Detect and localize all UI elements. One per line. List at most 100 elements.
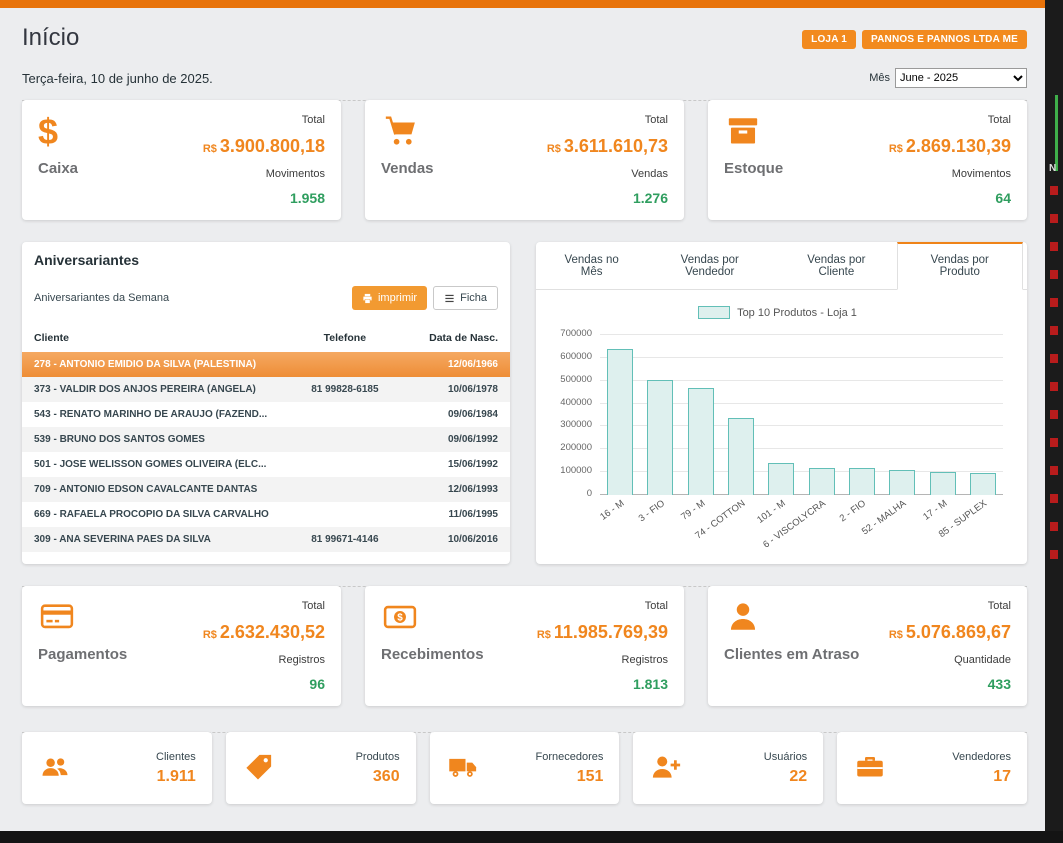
tab-vendas-no-mes[interactable]: Vendas no Mês: [540, 242, 643, 289]
bottom-bar: [0, 831, 1063, 843]
users-icon: [38, 752, 74, 784]
card-caixa[interactable]: $ Caixa Total R$3.900.800,18 Movimentos …: [22, 100, 341, 220]
side-panel-strip[interactable]: N: [1045, 0, 1063, 843]
chart-bar-slot: 6 - VISCOLYCRA: [801, 335, 841, 495]
table-row[interactable]: 501 - JOSE WELISSON GOMES OLIVEIRA (ELC.…: [22, 452, 510, 477]
total-amount: R$3.611.610,73: [547, 136, 668, 157]
chart-plot: 16 - M3 - FIO79 - M74 - COTTON101 - M6 -…: [600, 335, 1007, 495]
legend-label: Top 10 Produtos - Loja 1: [737, 307, 857, 319]
total-amount: R$2.869.130,39: [889, 136, 1011, 157]
birthdays-table: Cliente Telefone Data de Nasc. 278 - ANT…: [22, 326, 510, 552]
table-row[interactable]: 709 - ANTONIO EDSON CAVALCANTE DANTAS 12…: [22, 477, 510, 502]
card-clientes[interactable]: Clientes 1.911: [22, 732, 212, 804]
chart-y-axis: 0100000200000300000400000500000600000700…: [548, 335, 600, 495]
chart-bar: [647, 380, 673, 495]
page-title: Início: [22, 24, 79, 52]
chart-bar-slot: 85 - SUPLEX: [963, 335, 1003, 495]
total-label: Total: [537, 600, 668, 612]
dollar-icon: $: [38, 114, 80, 152]
mini-cards-row: Clientes 1.911 Produtos 360 Fornecedores…: [22, 732, 1027, 804]
chart-bar-slot: 17 - M: [922, 335, 962, 495]
table-row[interactable]: 669 - RAFAELA PROCOPIO DA SILVA CARVALHO…: [22, 502, 510, 527]
total-label: Total: [203, 114, 325, 126]
card-recebimentos[interactable]: $ Recebimentos Total R$11.985.769,39 Reg…: [365, 586, 684, 706]
mini-label: Vendedores: [952, 751, 1011, 763]
table-row[interactable]: 309 - ANA SEVERINA PAES DA SILVA 81 9967…: [22, 527, 510, 552]
count-value: 433: [889, 676, 1011, 692]
chart-bar: [607, 349, 633, 495]
print-button[interactable]: imprimir: [352, 286, 427, 310]
count-value: 1.958: [203, 190, 325, 206]
credit-card-icon: [38, 600, 80, 638]
sales-tabs: Vendas no Mês Vendas por Vendedor Vendas…: [536, 242, 1027, 290]
card-usuarios[interactable]: Usuários 22: [633, 732, 823, 804]
middle-row: Aniversariantes Aniversariantes da Seman…: [22, 242, 1027, 564]
mini-label: Clientes: [156, 751, 196, 763]
table-row[interactable]: 373 - VALDIR DOS ANJOS PEREIRA (ANGELA) …: [22, 377, 510, 402]
chart-bar-slot: 52 - MALHA: [882, 335, 922, 495]
sales-chart-card: Vendas no Mês Vendas por Vendedor Vendas…: [536, 242, 1027, 564]
company-button[interactable]: PANNOS E PANNOS LTDA ME: [862, 30, 1027, 49]
table-header: Cliente Telefone Data de Nasc.: [22, 326, 510, 352]
user-icon: [724, 600, 766, 638]
current-date: Terça-feira, 10 de junho de 2025.: [22, 71, 213, 86]
table-row[interactable]: 278 - ANTONIO EMIDIO DA SILVA (PALESTINA…: [22, 352, 510, 377]
side-panel-letter: N: [1049, 163, 1056, 174]
card-clientes-em-atraso[interactable]: Clientes em Atraso Total R$5.076.869,67 …: [708, 586, 1027, 706]
store-button[interactable]: LOJA 1: [802, 30, 856, 49]
briefcase-icon: [853, 752, 889, 784]
chart-legend[interactable]: Top 10 Produtos - Loja 1: [548, 306, 1007, 319]
tab-vendas-por-produto[interactable]: Vendas por Produto: [897, 242, 1024, 290]
chart-bar: [768, 463, 794, 495]
archive-box-icon: [724, 114, 766, 152]
chart-bar: [809, 468, 835, 495]
card-title: Caixa: [38, 160, 80, 177]
card-estoque[interactable]: Estoque Total R$2.869.130,39 Movimentos …: [708, 100, 1027, 220]
total-amount: R$5.076.869,67: [889, 622, 1011, 643]
card-fornecedores[interactable]: Fornecedores 151: [430, 732, 620, 804]
table-row[interactable]: 543 - RENATO MARINHO DE ARAUJO (FAZEND..…: [22, 402, 510, 427]
chart-x-label: 101 - M: [755, 498, 788, 526]
count-label: Quantidade: [889, 654, 1011, 666]
tab-vendas-por-vendedor[interactable]: Vendas por Vendedor: [643, 242, 776, 289]
chart-bar-slot: 2 - FIO: [842, 335, 882, 495]
user-plus-icon: [649, 752, 685, 784]
total-label: Total: [889, 114, 1011, 126]
chart-x-label: 2 - FIO: [838, 498, 868, 524]
total-label: Total: [889, 600, 1011, 612]
chart-bar: [970, 473, 996, 495]
count-label: Movimentos: [203, 168, 325, 180]
total-label: Total: [203, 600, 325, 612]
count-value: 64: [889, 190, 1011, 206]
date-row: Terça-feira, 10 de junho de 2025. Mês Ju…: [22, 68, 1027, 88]
chart-y-tick: 100000: [560, 465, 592, 476]
card-produtos[interactable]: Produtos 360: [226, 732, 416, 804]
total-amount: R$3.900.800,18: [203, 136, 325, 157]
count-label: Vendas: [547, 168, 668, 180]
chart-bar-slot: 16 - M: [600, 335, 640, 495]
ficha-button[interactable]: Ficha: [433, 286, 498, 310]
birthdays-title: Aniversariantes: [34, 252, 498, 268]
table-row[interactable]: 539 - BRUNO DOS SANTOS GOMES 09/06/1992: [22, 427, 510, 452]
chart-y-tick: 400000: [560, 397, 592, 408]
card-vendas[interactable]: Vendas Total R$3.611.610,73 Vendas 1.276: [365, 100, 684, 220]
card-vendedores[interactable]: Vendedores 17: [837, 732, 1027, 804]
chart-y-tick: 200000: [560, 442, 592, 453]
chart-y-tick: 300000: [560, 419, 592, 430]
month-select[interactable]: June - 2025: [895, 68, 1027, 88]
chart-area: Top 10 Produtos - Loja 1 010000020000030…: [536, 290, 1027, 495]
summary-row-top: $ Caixa Total R$3.900.800,18 Movimentos …: [22, 100, 1027, 220]
chart-bar: [728, 418, 754, 495]
month-filter: Mês June - 2025: [869, 68, 1027, 88]
chart-bars: 16 - M3 - FIO79 - M74 - COTTON101 - M6 -…: [600, 335, 1003, 495]
legend-swatch: [698, 306, 730, 319]
birthdays-card: Aniversariantes Aniversariantes da Seman…: [22, 242, 510, 564]
card-pagamentos[interactable]: Pagamentos Total R$2.632.430,52 Registro…: [22, 586, 341, 706]
month-label: Mês: [869, 72, 890, 84]
chart-y-tick: 600000: [560, 351, 592, 362]
mini-value: 17: [952, 768, 1011, 786]
tab-vendas-por-cliente[interactable]: Vendas por Cliente: [776, 242, 896, 289]
dashboard-content: Início LOJA 1 PANNOS E PANNOS LTDA ME Te…: [0, 8, 1045, 804]
mini-value: 1.911: [156, 768, 196, 786]
chart-bar: [849, 468, 875, 495]
